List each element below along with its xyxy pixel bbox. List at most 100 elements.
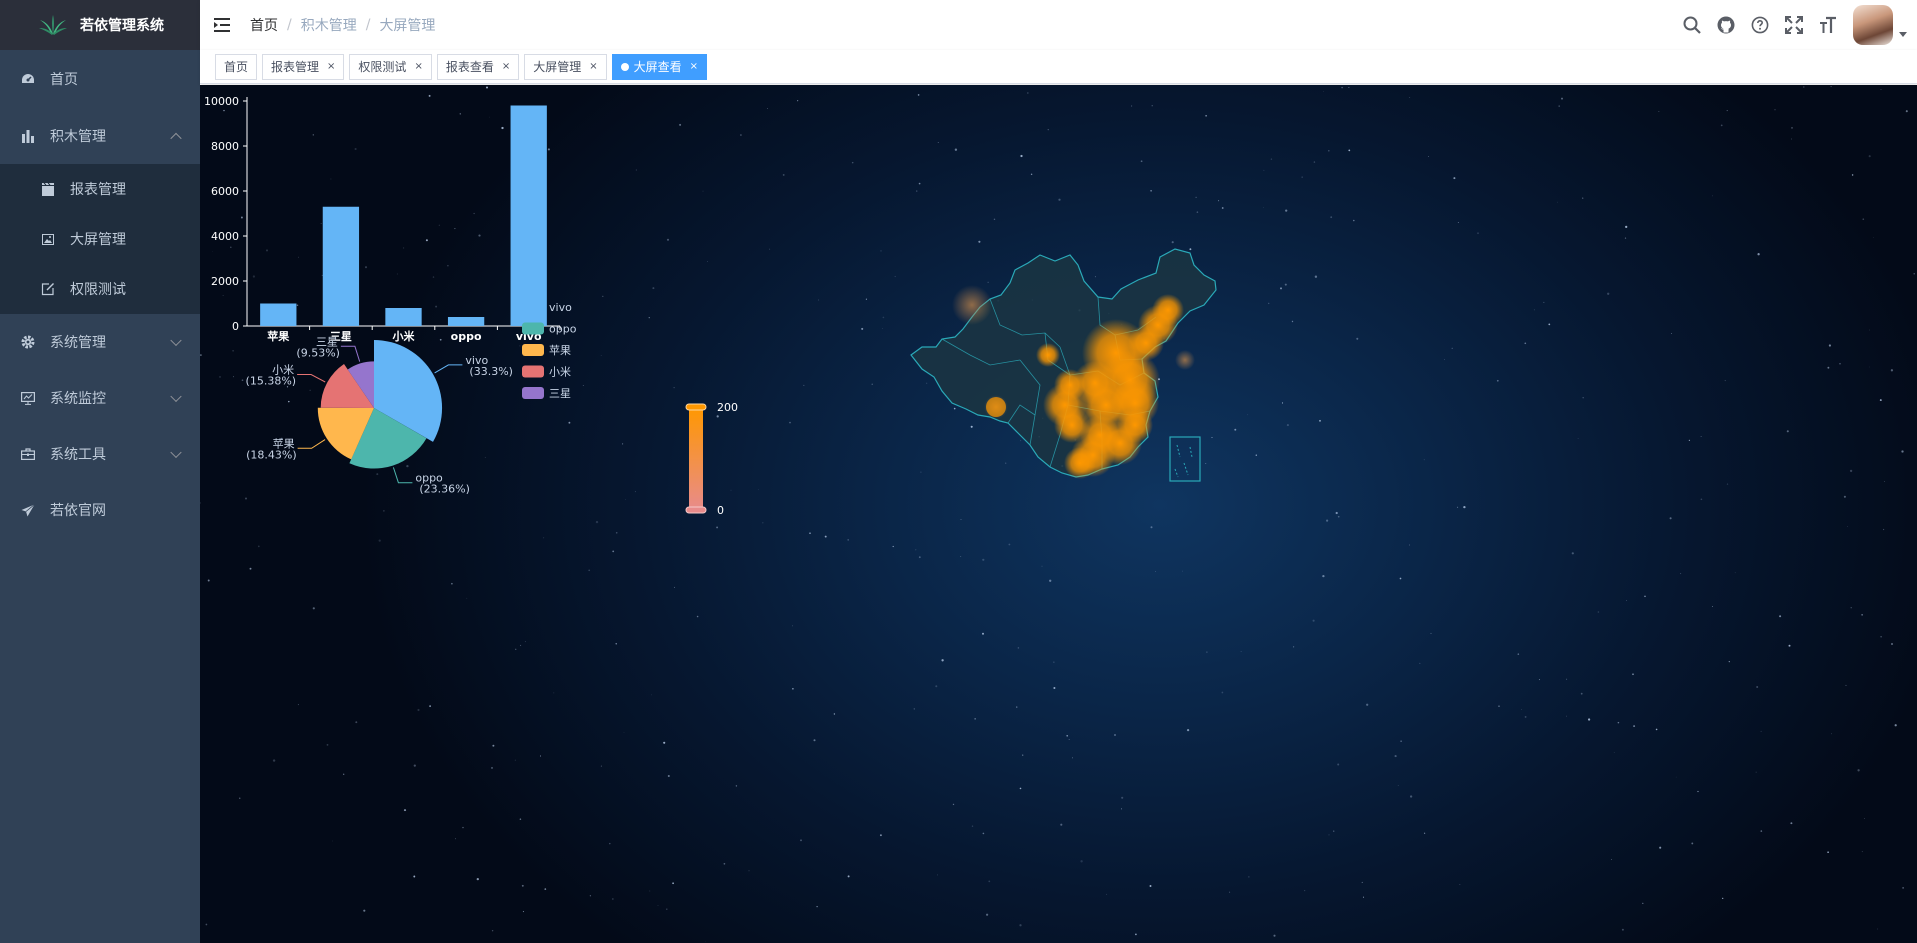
heat-point: [952, 285, 992, 325]
caret-down-icon: [1899, 31, 1907, 37]
y-tick-label: 2000: [211, 275, 239, 288]
close-icon[interactable]: ×: [502, 55, 510, 79]
tag-permission[interactable]: 权限测试 ×: [349, 53, 432, 80]
pie-label-line: [392, 467, 413, 484]
legend-swatch[interactable]: [522, 344, 544, 356]
close-icon[interactable]: ×: [589, 55, 597, 79]
github-button[interactable]: [1709, 0, 1743, 50]
search-button[interactable]: [1675, 0, 1709, 50]
y-tick-label: 8000: [211, 140, 239, 153]
hamburger-button[interactable]: [200, 0, 246, 50]
visual-map-handle-max[interactable]: [685, 403, 707, 411]
bar-小米[interactable]: [385, 308, 422, 326]
heat-point: [1152, 294, 1184, 326]
bar-vivo[interactable]: [510, 105, 547, 327]
bar-苹果[interactable]: [260, 303, 297, 327]
breadcrumb-item[interactable]: 首页: [250, 15, 278, 35]
sidebar-item-bigscreen[interactable]: 大屏管理: [0, 214, 200, 264]
sidebar-item-website[interactable]: 若依官网: [0, 482, 200, 538]
font-size-icon: [1820, 16, 1836, 33]
toolbox-icon: [20, 446, 36, 462]
south-sea-islands: [1174, 444, 1193, 478]
tag-home[interactable]: 首页: [215, 53, 258, 80]
legend-label[interactable]: 三星: [549, 387, 571, 400]
sidebar-item-tools[interactable]: 系统工具: [0, 426, 200, 482]
visual-map-bar: [689, 407, 703, 510]
y-tick-label: 4000: [211, 230, 239, 243]
tag-label: 报表查看: [445, 59, 494, 74]
bar-三星[interactable]: [322, 206, 360, 326]
rose-pie-chart: vivo(33.3%)oppo(23.36%)苹果(18.43%)小米(15.3…: [246, 335, 513, 495]
help-button[interactable]: [1743, 0, 1777, 50]
chart-icon: [20, 128, 36, 144]
visual-map-min-label: 0: [717, 504, 724, 517]
sidebar-item-label: 若依官网: [50, 503, 106, 519]
close-icon[interactable]: ×: [327, 55, 335, 79]
sidebar-item-report[interactable]: 报表管理: [0, 164, 200, 214]
size-select-button[interactable]: [1811, 0, 1845, 50]
sidebar-item-home[interactable]: 首页: [0, 50, 200, 108]
visual-map-scale: 2000: [685, 401, 738, 517]
pie-label-line: [340, 345, 361, 362]
fullscreen-button[interactable]: [1777, 0, 1811, 50]
dashboard-icon: [20, 71, 36, 87]
legend-swatch[interactable]: [522, 322, 544, 335]
menu-fold-icon: [214, 18, 230, 32]
tag-bigscreen[interactable]: 大屏管理 ×: [524, 53, 607, 80]
close-icon[interactable]: ×: [414, 55, 422, 79]
bar-chart: 0200040006000800010000苹果 三星 小米 oppo vivo: [204, 95, 561, 343]
sidebar-item-system[interactable]: 系统管理: [0, 314, 200, 370]
question-icon: [1751, 16, 1769, 34]
y-tick-label: 6000: [211, 185, 239, 198]
heat-point: [1128, 325, 1164, 361]
sidebar-item-label: 首页: [50, 72, 78, 88]
pie-label-percent: (23.36%): [419, 483, 470, 496]
legend-label[interactable]: 苹果: [549, 343, 571, 357]
legend-swatch[interactable]: [522, 387, 544, 399]
edit-icon: [40, 281, 56, 297]
chevron-down-icon: [170, 446, 182, 459]
china-heatmap: [910, 248, 1217, 482]
sidebar: 若依管理系统 首页 积木管理 报表管理 大屏管理 权限测试 系统管理 系统监控 …: [0, 0, 200, 943]
sidebar-item-label: 系统监控: [50, 391, 106, 407]
heat-point: [1175, 350, 1195, 370]
sidebar-item-jimu[interactable]: 积木管理: [0, 108, 200, 164]
pie-label-percent: (33.3%): [469, 365, 513, 378]
sidebar-logo[interactable]: 若依管理系统: [0, 0, 200, 50]
legend-label[interactable]: vivo: [549, 301, 572, 314]
sidebar-item-label: 系统工具: [50, 447, 106, 463]
tag-report-view[interactable]: 报表查看 ×: [436, 53, 520, 80]
x-tick-label: oppo: [451, 330, 482, 343]
right-menu: [1675, 0, 1917, 50]
pie-label-percent: (9.53%): [296, 346, 340, 359]
sidebar-item-label: 积木管理: [50, 129, 106, 145]
close-icon[interactable]: ×: [690, 55, 698, 79]
legend-label[interactable]: oppo: [549, 323, 577, 336]
clapper-icon: [40, 181, 56, 197]
x-tick-label: 小米: [392, 329, 416, 343]
visual-map-handle-min[interactable]: [685, 506, 707, 514]
tag-bigscreen-view[interactable]: 大屏查看 ×: [611, 53, 708, 80]
avatar-dropdown[interactable]: [1853, 5, 1907, 45]
visual-map-max-label: 200: [717, 401, 738, 414]
github-icon: [1717, 16, 1735, 34]
sidebar-item-monitor[interactable]: 系统监控: [0, 370, 200, 426]
pie-label-percent: (18.43%): [246, 448, 297, 461]
legend-swatch[interactable]: [522, 365, 544, 378]
pie-label-line: [297, 439, 326, 449]
legend-swatch[interactable]: [522, 301, 544, 313]
heat-point: [1036, 343, 1060, 367]
tag-report[interactable]: 报表管理 ×: [262, 53, 345, 80]
pie-label-line: [297, 374, 326, 383]
chevron-down-icon: [170, 390, 182, 403]
fullscreen-icon: [1785, 16, 1803, 34]
bar-oppo[interactable]: [447, 317, 485, 326]
y-tick-label: 0: [232, 320, 239, 333]
sidebar-item-permission[interactable]: 权限测试: [0, 264, 200, 314]
legend-label[interactable]: 小米: [549, 366, 571, 379]
heat-point: [1054, 369, 1086, 401]
heat-point: [1117, 407, 1153, 443]
breadcrumb-item[interactable]: 积木管理: [301, 15, 357, 35]
pie-label-line: [434, 364, 463, 374]
sidebar-item-label: 报表管理: [70, 182, 126, 198]
